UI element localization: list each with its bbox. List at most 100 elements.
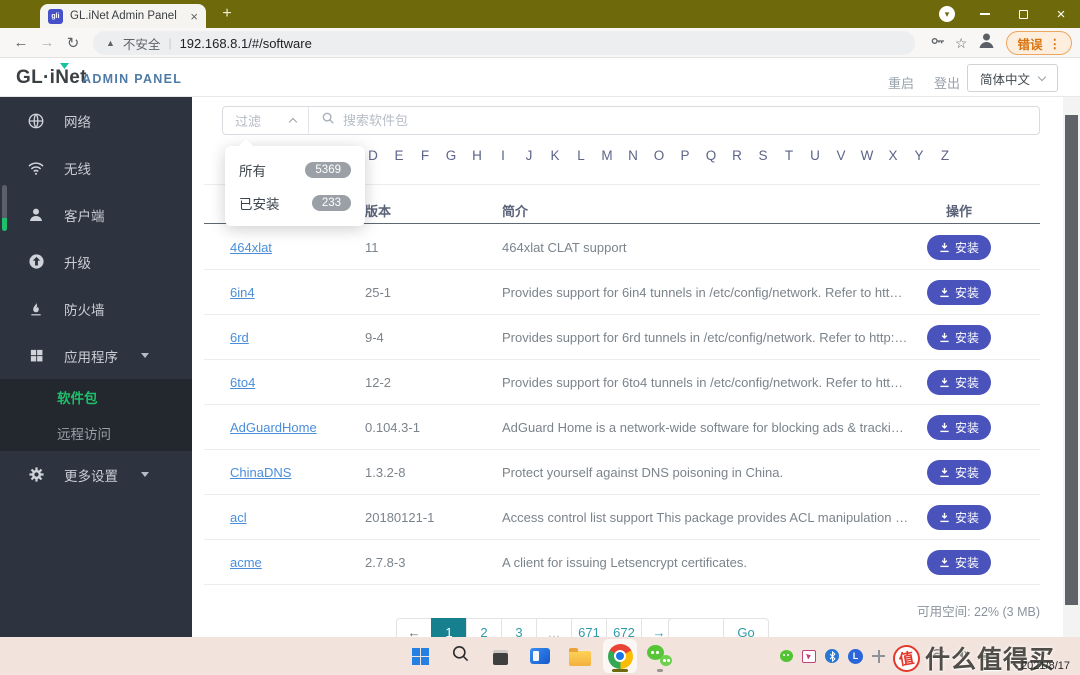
install-button[interactable]: 安装 [926,504,991,530]
move-tray-icon[interactable] [872,649,885,663]
sidebar-item-applications[interactable]: 应用程序 [0,332,192,379]
avatar[interactable] [976,30,997,56]
window-restore-button[interactable] [1004,0,1042,28]
sidebar-item-network[interactable]: 网络 [0,97,192,144]
new-tab-button[interactable]: + [216,3,238,25]
restart-link[interactable]: 重启 [888,73,914,92]
sidebar-item-more-settings[interactable]: 更多设置 [0,451,192,498]
package-link[interactable]: acl [230,510,247,525]
install-button[interactable]: 安装 [926,414,991,440]
back-button[interactable]: ← [8,34,34,51]
letter-link[interactable]: N [620,148,646,163]
sidebar-item-clients[interactable]: 客户端 [0,191,192,238]
letter-link[interactable]: M [594,148,620,163]
letter-link[interactable]: V [828,148,854,163]
letter-link[interactable]: X [880,148,906,163]
filter-option-all[interactable]: 所有 5369 [225,153,365,186]
letter-link[interactable]: U [802,148,828,163]
capture-tool-tray-icon[interactable] [802,649,816,663]
sidebar-item-wireless[interactable]: 无线 [0,144,192,191]
l-app-tray-icon[interactable]: L [848,648,863,664]
table-row: acme 2.7.8-3 A client for issuing Letsen… [204,540,1040,585]
page-scrollbar[interactable] [1063,97,1080,637]
sidebar-item-firewall[interactable]: 防火墙 [0,285,192,332]
password-key-icon[interactable] [930,33,946,54]
letter-link[interactable]: S [750,148,776,163]
filter-dropdown-toggle[interactable]: 过滤 [223,107,309,134]
reload-button[interactable]: ↻ [60,34,86,52]
scrollbar-thumb[interactable] [1065,115,1078,605]
taskbar-search-button[interactable] [443,639,477,673]
letter-link[interactable]: Q [698,148,724,163]
install-label: 安装 [954,285,979,300]
letter-link[interactable]: R [724,148,750,163]
folder-icon [569,647,591,666]
window-close-button[interactable]: × [1042,0,1080,28]
wechat-tray-icon[interactable] [780,650,793,662]
install-button[interactable]: 安装 [926,324,991,350]
sidebar-scroll-indicator[interactable] [2,185,7,231]
logout-link[interactable]: 登出 [934,73,960,92]
bookmark-star-icon[interactable]: ☆ [955,35,968,52]
letter-link[interactable]: W [854,148,880,163]
url-bar[interactable]: ▲ 不安全 | 192.168.8.1/#/software [93,31,915,55]
upgrade-icon [27,253,45,270]
filter-bar: 过滤 [222,106,1040,135]
letter-link[interactable]: H [464,148,490,163]
letter-link[interactable]: E [386,148,412,163]
browser-error-menu-button[interactable]: 错误 ⋮ [1006,31,1072,55]
menu-dots-icon: ⋮ [1048,36,1062,51]
window-minimize-button[interactable] [966,0,1004,28]
package-link[interactable]: 6to4 [230,375,255,390]
wechat-icon [647,644,673,668]
tab-title: GL.iNet Admin Panel [70,10,177,22]
package-version: 20180121-1 [365,509,435,525]
install-button[interactable]: 安装 [926,369,991,395]
letter-link[interactable]: K [542,148,568,163]
letter-link[interactable]: F [412,148,438,163]
start-button[interactable] [403,639,437,673]
language-select[interactable]: 简体中文 [966,64,1058,92]
table-row: ChinaDNS 1.3.2-8 Protect yourself agains… [204,450,1040,495]
table-row: 6in4 25-1 Provides support for 6in4 tunn… [204,270,1040,315]
sidebar-item-remote-access[interactable]: 远程访问 [0,415,192,451]
package-link[interactable]: AdGuardHome [230,420,317,435]
task-view-button[interactable] [483,639,517,673]
chrome-taskbar-button[interactable] [603,639,637,673]
letter-link[interactable]: O [646,148,672,163]
widgets-app-button[interactable] [523,639,557,673]
letter-link[interactable]: Y [906,148,932,163]
install-button[interactable]: 安装 [926,459,991,485]
letter-link[interactable]: G [438,148,464,163]
install-button[interactable]: 安装 [926,549,991,575]
search-input[interactable] [343,113,1027,128]
file-explorer-button[interactable] [563,639,597,673]
install-button[interactable]: 安装 [926,234,991,260]
profile-chevron-button[interactable]: ▾ [928,0,966,28]
filter-option-installed[interactable]: 已安装 233 [225,186,365,219]
letter-link[interactable]: Z [932,148,958,163]
sidebar-item-packages[interactable]: 软件包 [0,379,192,415]
browser-tab[interactable]: gli GL.iNet Admin Panel × [40,4,206,28]
package-link[interactable]: acme [230,555,262,570]
letter-link[interactable]: J [516,148,542,163]
letter-link[interactable]: I [490,148,516,163]
option-label: 所有 [239,163,266,179]
install-button[interactable]: 安装 [926,279,991,305]
letter-link[interactable]: L [568,148,594,163]
letter-link[interactable]: T [776,148,802,163]
taskbar-date[interactable]: 2021/8/17 [1021,660,1070,672]
letter-link[interactable]: P [672,148,698,163]
wechat-taskbar-button[interactable] [643,639,677,673]
package-link[interactable]: ChinaDNS [230,465,291,480]
filter-label: 过滤 [235,114,262,129]
tab-close-icon[interactable]: × [190,9,198,24]
sidebar-item-upgrade[interactable]: 升级 [0,238,192,285]
package-version: 11 [365,239,379,255]
package-link[interactable]: 464xlat [230,240,272,255]
bluetooth-tray-icon[interactable] [825,649,839,663]
forward-button[interactable]: → [34,34,60,51]
package-link[interactable]: 6in4 [230,285,255,300]
package-link[interactable]: 6rd [230,330,249,345]
package-version: 0.104.3-1 [365,419,420,435]
